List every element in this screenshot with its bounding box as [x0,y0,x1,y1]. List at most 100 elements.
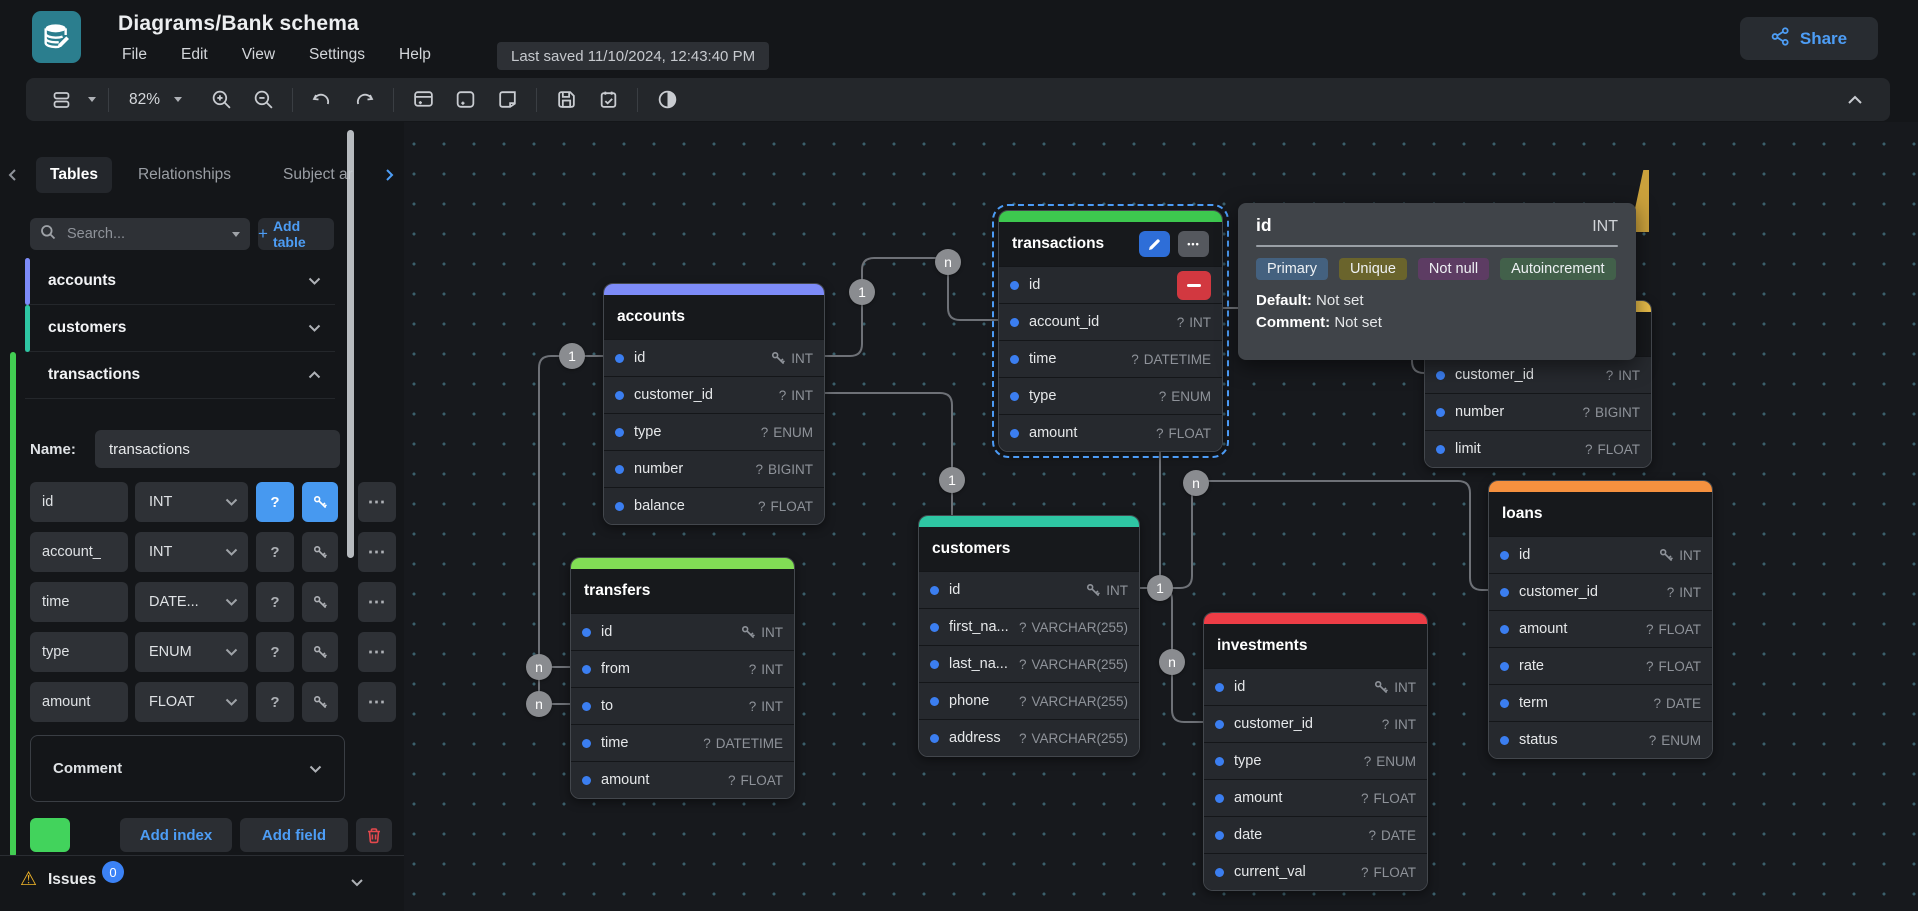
menu-view[interactable]: View [232,43,285,67]
table-more-button[interactable]: ••• [1178,231,1209,257]
field-row-id[interactable]: idINT [1489,536,1712,573]
sidebar-scrollbar[interactable] [347,130,354,558]
field-row-customer_id[interactable]: customer_id?INT [1489,573,1712,610]
table-color-swatch[interactable] [30,818,70,852]
expand-icon[interactable] [308,319,321,337]
tab-scroll-right-icon[interactable] [382,168,396,187]
menu-edit[interactable]: Edit [171,43,218,67]
sidebar-item-customers[interactable]: customers [25,305,335,352]
field-type-select[interactable]: FLOAT [135,682,248,722]
field-row-id[interactable]: idINT [919,571,1139,608]
comment-chevron-icon[interactable] [309,760,322,778]
sidebar-item-transactions[interactable]: transactions [25,352,335,399]
table-accounts[interactable]: accountsidINTcustomer_id?INTtype?ENUMnum… [603,283,825,525]
primary-key-toggle[interactable] [302,532,338,572]
collapse-icon[interactable] [308,366,321,384]
delete-field-button[interactable] [1177,271,1211,300]
field-name-input[interactable] [30,582,128,622]
tab-tables[interactable]: Tables [36,157,112,193]
field-more-button[interactable]: ⋯ [358,682,396,722]
menu-settings[interactable]: Settings [299,43,375,67]
primary-key-toggle[interactable] [302,582,338,622]
field-row-id[interactable]: idINT [1204,668,1427,705]
comment-section[interactable]: Comment [30,735,345,802]
field-name-input[interactable] [30,632,128,672]
field-more-button[interactable]: ⋯ [358,532,396,572]
add-index-button[interactable]: Add index [120,818,232,852]
diagram-list-icon[interactable] [44,85,78,115]
zoom-in-icon[interactable] [204,85,238,115]
nullable-toggle[interactable]: ? [256,532,294,572]
nullable-toggle[interactable]: ? [256,582,294,622]
redo-icon[interactable] [347,85,381,115]
field-row-address[interactable]: address?VARCHAR(255) [919,719,1139,756]
field-row-time[interactable]: time?DATETIME [571,724,794,761]
table-name-input[interactable] [95,430,340,468]
field-row-amount[interactable]: amount?FLOAT [1204,779,1427,816]
save-icon[interactable] [549,85,583,115]
field-row-account_id[interactable]: account_id?INT [999,303,1222,340]
field-name-input[interactable] [30,532,128,572]
field-more-button[interactable]: ⋯ [358,482,396,522]
field-row-to[interactable]: to?INT [571,687,794,724]
table-transfers[interactable]: transfersidINTfrom?INTto?INTtime?DATETIM… [570,557,795,799]
primary-key-toggle[interactable] [302,482,338,522]
issues-chevron-icon[interactable] [350,874,364,892]
field-name-input[interactable] [30,682,128,722]
nullable-toggle[interactable]: ? [256,482,294,522]
field-row-limit[interactable]: limit?FLOAT [1425,430,1651,467]
add-table-button[interactable]: + Add table [258,218,334,250]
table-loans[interactable]: loansidINTcustomer_id?INTamount?FLOATrat… [1488,480,1713,759]
table-investments[interactable]: investmentsidINTcustomer_id?INTtype?ENUM… [1203,612,1428,891]
field-row-status[interactable]: status?ENUM [1489,721,1712,758]
zoom-level-value[interactable]: 82% [129,91,160,109]
table-transactions[interactable]: transactions•••idaccount_id?INTtime?DATE… [998,210,1223,452]
add-table-icon[interactable] [406,85,440,115]
search-box[interactable] [30,218,250,250]
toolbar-collapse-icon[interactable] [1840,88,1870,112]
field-type-select[interactable]: DATE... [135,582,248,622]
field-row-customer_id[interactable]: customer_id?INT [1204,705,1427,742]
menu-help[interactable]: Help [389,43,441,67]
primary-key-toggle[interactable] [302,682,338,722]
field-row-amount[interactable]: amount?FLOAT [999,414,1222,451]
field-row-first_na...[interactable]: first_na...?VARCHAR(255) [919,608,1139,645]
field-row-type[interactable]: type?ENUM [1204,742,1427,779]
field-type-select[interactable]: ENUM [135,632,248,672]
sidebar-item-accounts[interactable]: accounts [25,258,335,305]
field-row-amount[interactable]: amount?FLOAT [571,761,794,798]
field-row-balance[interactable]: balance?FLOAT [604,487,824,524]
field-more-button[interactable]: ⋯ [358,632,396,672]
field-row-id[interactable]: idINT [604,339,824,376]
share-button[interactable]: Share [1740,17,1878,60]
field-row-last_na...[interactable]: last_na...?VARCHAR(255) [919,645,1139,682]
edit-table-button[interactable] [1139,231,1170,257]
field-row-from[interactable]: from?INT [571,650,794,687]
app-logo-icon[interactable] [32,11,81,63]
nullable-toggle[interactable]: ? [256,682,294,722]
search-caret-icon[interactable] [232,232,240,237]
menu-file[interactable]: File [112,43,157,67]
field-row-number[interactable]: number?BIGINT [1425,393,1651,430]
expand-icon[interactable] [308,272,321,290]
field-row-type[interactable]: type?ENUM [604,413,824,450]
field-row-term[interactable]: term?DATE [1489,684,1712,721]
field-name-input[interactable] [30,482,128,522]
field-row-customer_id[interactable]: customer_id?INT [604,376,824,413]
primary-key-toggle[interactable] [302,632,338,672]
theme-icon[interactable] [650,85,684,115]
field-more-button[interactable]: ⋯ [358,582,396,622]
undo-icon[interactable] [305,85,339,115]
add-note-icon[interactable] [490,85,524,115]
field-row-customer_id[interactable]: customer_id?INT [1425,356,1651,393]
zoom-level-caret-icon[interactable] [174,97,182,102]
add-area-icon[interactable] [448,85,482,115]
field-row-type[interactable]: type?ENUM [999,377,1222,414]
field-row-id[interactable]: idINT [571,613,794,650]
search-input[interactable] [65,225,205,243]
zoom-out-icon[interactable] [246,85,280,115]
field-row-id[interactable]: id [999,266,1222,303]
field-row-number[interactable]: number?BIGINT [604,450,824,487]
todo-icon[interactable] [591,85,625,115]
field-type-select[interactable]: INT [135,482,248,522]
